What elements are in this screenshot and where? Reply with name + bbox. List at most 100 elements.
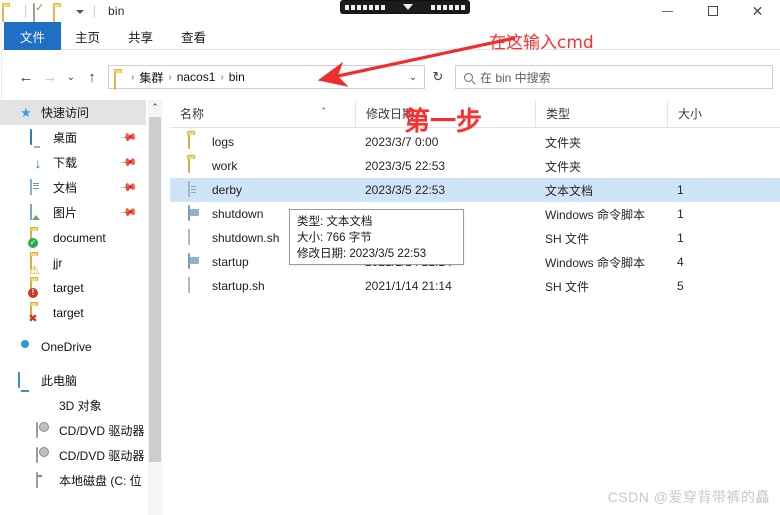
new-folder-icon[interactable]: [53, 3, 69, 24]
properties-icon[interactable]: [33, 3, 49, 22]
error-badge-icon: !: [28, 287, 38, 298]
redaction-bar: [341, 1, 469, 13]
sidebar-item-documents[interactable]: 文档 📌: [0, 175, 146, 200]
file-type-cell: Windows 命令脚本: [545, 255, 646, 270]
cmd-script-icon: [188, 205, 204, 222]
table-row[interactable]: startup.sh 2021/1/14 21:14 SH 文件 5: [170, 274, 780, 298]
sidebar-item-cd-drive-1[interactable]: CD/DVD 驱动器: [0, 418, 146, 443]
green-check-badge-icon: ✓: [28, 237, 38, 248]
this-pc-icon: [18, 371, 34, 389]
sidebar-item-this-pc[interactable]: 此电脑: [0, 368, 146, 393]
sidebar-label-local-disk-c: 本地磁盘 (C: 位: [59, 474, 142, 488]
tab-view[interactable]: 查看: [167, 22, 220, 50]
sidebar-label-desktop: 桌面: [53, 131, 78, 145]
sidebar-label-jjr: jjr: [53, 255, 63, 270]
sidebar-label-documents: 文档: [53, 181, 78, 195]
folder-warning-icon: ⚠: [29, 253, 46, 276]
recent-locations-caret-icon[interactable]: ⌄: [62, 65, 80, 89]
desktop-icon: [30, 128, 46, 146]
sidebar-item-downloads[interactable]: ↓ 下载 📌: [0, 150, 146, 175]
table-row[interactable]: shutdown.sh 2020/12/15 15:29 SH 文件 1: [170, 226, 780, 250]
column-header-type[interactable]: 类型: [535, 99, 667, 128]
table-row[interactable]: shutdown 2020/5/14 10:03 Windows 命令脚本 1: [170, 202, 780, 226]
breadcrumb-item-0[interactable]: 集群: [135, 69, 167, 86]
sidebar-label-this-pc: 此电脑: [41, 374, 78, 388]
close-button[interactable]: ✕: [735, 0, 780, 22]
sidebar-label-target-2: target: [53, 305, 84, 320]
pin-icon-pictures[interactable]: 📌: [120, 203, 139, 222]
sidebar-label-onedrive: OneDrive: [41, 339, 92, 354]
sidebar-item-quick-access[interactable]: ★ 快速访问: [0, 100, 146, 125]
pin-icon-desktop[interactable]: 📌: [120, 128, 139, 147]
sidebar-label-cd-drive-1: CD/DVD 驱动器: [59, 424, 145, 438]
pin-icon-downloads[interactable]: 📌: [120, 153, 139, 172]
tab-share[interactable]: 共享: [114, 22, 167, 50]
sidebar-item-local-disk-c[interactable]: 本地磁盘 (C: 位: [0, 468, 146, 493]
title-bar: bin ✕: [0, 0, 780, 24]
file-name-cell: logs: [170, 130, 355, 154]
scrollbar-thumb[interactable]: [149, 117, 161, 462]
file-explorer-window: bin ✕ 文件 主页 共享 查看 ← → ⌄ ↑: [0, 0, 780, 515]
watermark: CSDN @爱穿背带裤的矗: [607, 489, 770, 505]
back-button[interactable]: ←: [14, 65, 38, 89]
sidebar-label-3d-objects: 3D 对象: [59, 399, 102, 413]
file-name-label: work: [212, 159, 238, 173]
file-name-label: startup: [212, 255, 249, 269]
cmd-script-icon: [188, 253, 204, 270]
minimize-button[interactable]: [645, 0, 690, 22]
table-row[interactable]: work 2023/3/5 22:53 文件夹: [170, 154, 780, 178]
file-date-cell: 2021/1/14 21:14: [365, 279, 452, 293]
tab-file[interactable]: 文件: [4, 22, 62, 50]
file-date-cell: 2023/3/5 22:53: [365, 159, 446, 173]
toolbar-divider: [25, 4, 26, 18]
sidebar-label-downloads: 下载: [53, 156, 78, 170]
sidebar-item-jjr[interactable]: ⚠ jjr: [0, 250, 146, 276]
file-type-cell: 文本文档: [545, 183, 594, 198]
table-row[interactable]: derby 2023/3/5 22:53 文本文档 1: [170, 178, 780, 202]
text-file-icon: [188, 181, 204, 198]
redaction-dots-left: [345, 4, 385, 10]
cd-drive-icon-2: [36, 446, 52, 464]
customize-toolbar-caret-icon[interactable]: [73, 3, 87, 19]
file-size-cell: 4: [677, 255, 684, 269]
column-header-name[interactable]: 名称 ⌃: [170, 100, 355, 128]
warning-badge-icon: ⚠: [29, 262, 40, 277]
file-name-cell: derby: [170, 178, 355, 202]
sidebar-item-target-2[interactable]: ✖ target: [0, 300, 146, 325]
maximize-button[interactable]: [690, 0, 735, 22]
sidebar-item-3d-objects[interactable]: 3D 对象: [0, 393, 146, 418]
sidebar-label-quick-access: 快速访问: [41, 106, 90, 120]
navigation-pane-scrollbar[interactable]: ⌃: [148, 100, 162, 515]
sidebar-item-onedrive[interactable]: OneDrive: [0, 334, 146, 359]
download-icon: ↓: [34, 154, 42, 171]
sh-file-icon: [188, 229, 204, 246]
table-row[interactable]: startup 2021/1/14 21:14 Windows 命令脚本 4: [170, 250, 780, 274]
file-name-label: shutdown.sh: [212, 231, 280, 245]
sidebar-item-pictures[interactable]: 图片 📌: [0, 200, 146, 225]
breadcrumb-item-1[interactable]: nacos1: [173, 70, 220, 84]
tab-home[interactable]: 主页: [61, 22, 114, 50]
column-header-size[interactable]: 大小: [667, 99, 777, 128]
sort-ascending-icon: ⌃: [320, 105, 328, 116]
cloud-icon: [18, 339, 34, 355]
sidebar-item-cd-drive-2[interactable]: CD/DVD 驱动器: [0, 443, 146, 468]
sidebar-item-desktop[interactable]: 桌面 📌: [0, 125, 146, 150]
tooltip-type: 类型: 文本文档: [297, 216, 373, 228]
file-size-cell: 1: [677, 231, 684, 245]
file-list: logs 2023/3/7 0:00 文件夹 work 2023/3/5 22:…: [170, 130, 780, 300]
scroll-up-icon[interactable]: ⌃: [148, 100, 162, 114]
pin-icon-documents[interactable]: 📌: [120, 178, 139, 197]
file-date-cell: 2023/3/5 22:53: [365, 183, 446, 197]
forward-button[interactable]: →: [38, 65, 62, 89]
file-size-cell: 5: [677, 279, 684, 293]
window-title: bin: [108, 4, 125, 18]
breadcrumb-item-2[interactable]: bin: [225, 70, 249, 84]
file-name-label: shutdown: [212, 207, 264, 221]
file-type-cell: 文件夹: [545, 159, 582, 174]
folder-icon[interactable]: [2, 3, 18, 24]
sidebar-item-document[interactable]: ✓ document: [0, 225, 146, 250]
folder-icon: [188, 133, 204, 150]
address-folder-icon: [114, 69, 130, 90]
sidebar-item-target-1[interactable]: ! target: [0, 275, 146, 300]
up-button[interactable]: ↑: [80, 65, 104, 89]
